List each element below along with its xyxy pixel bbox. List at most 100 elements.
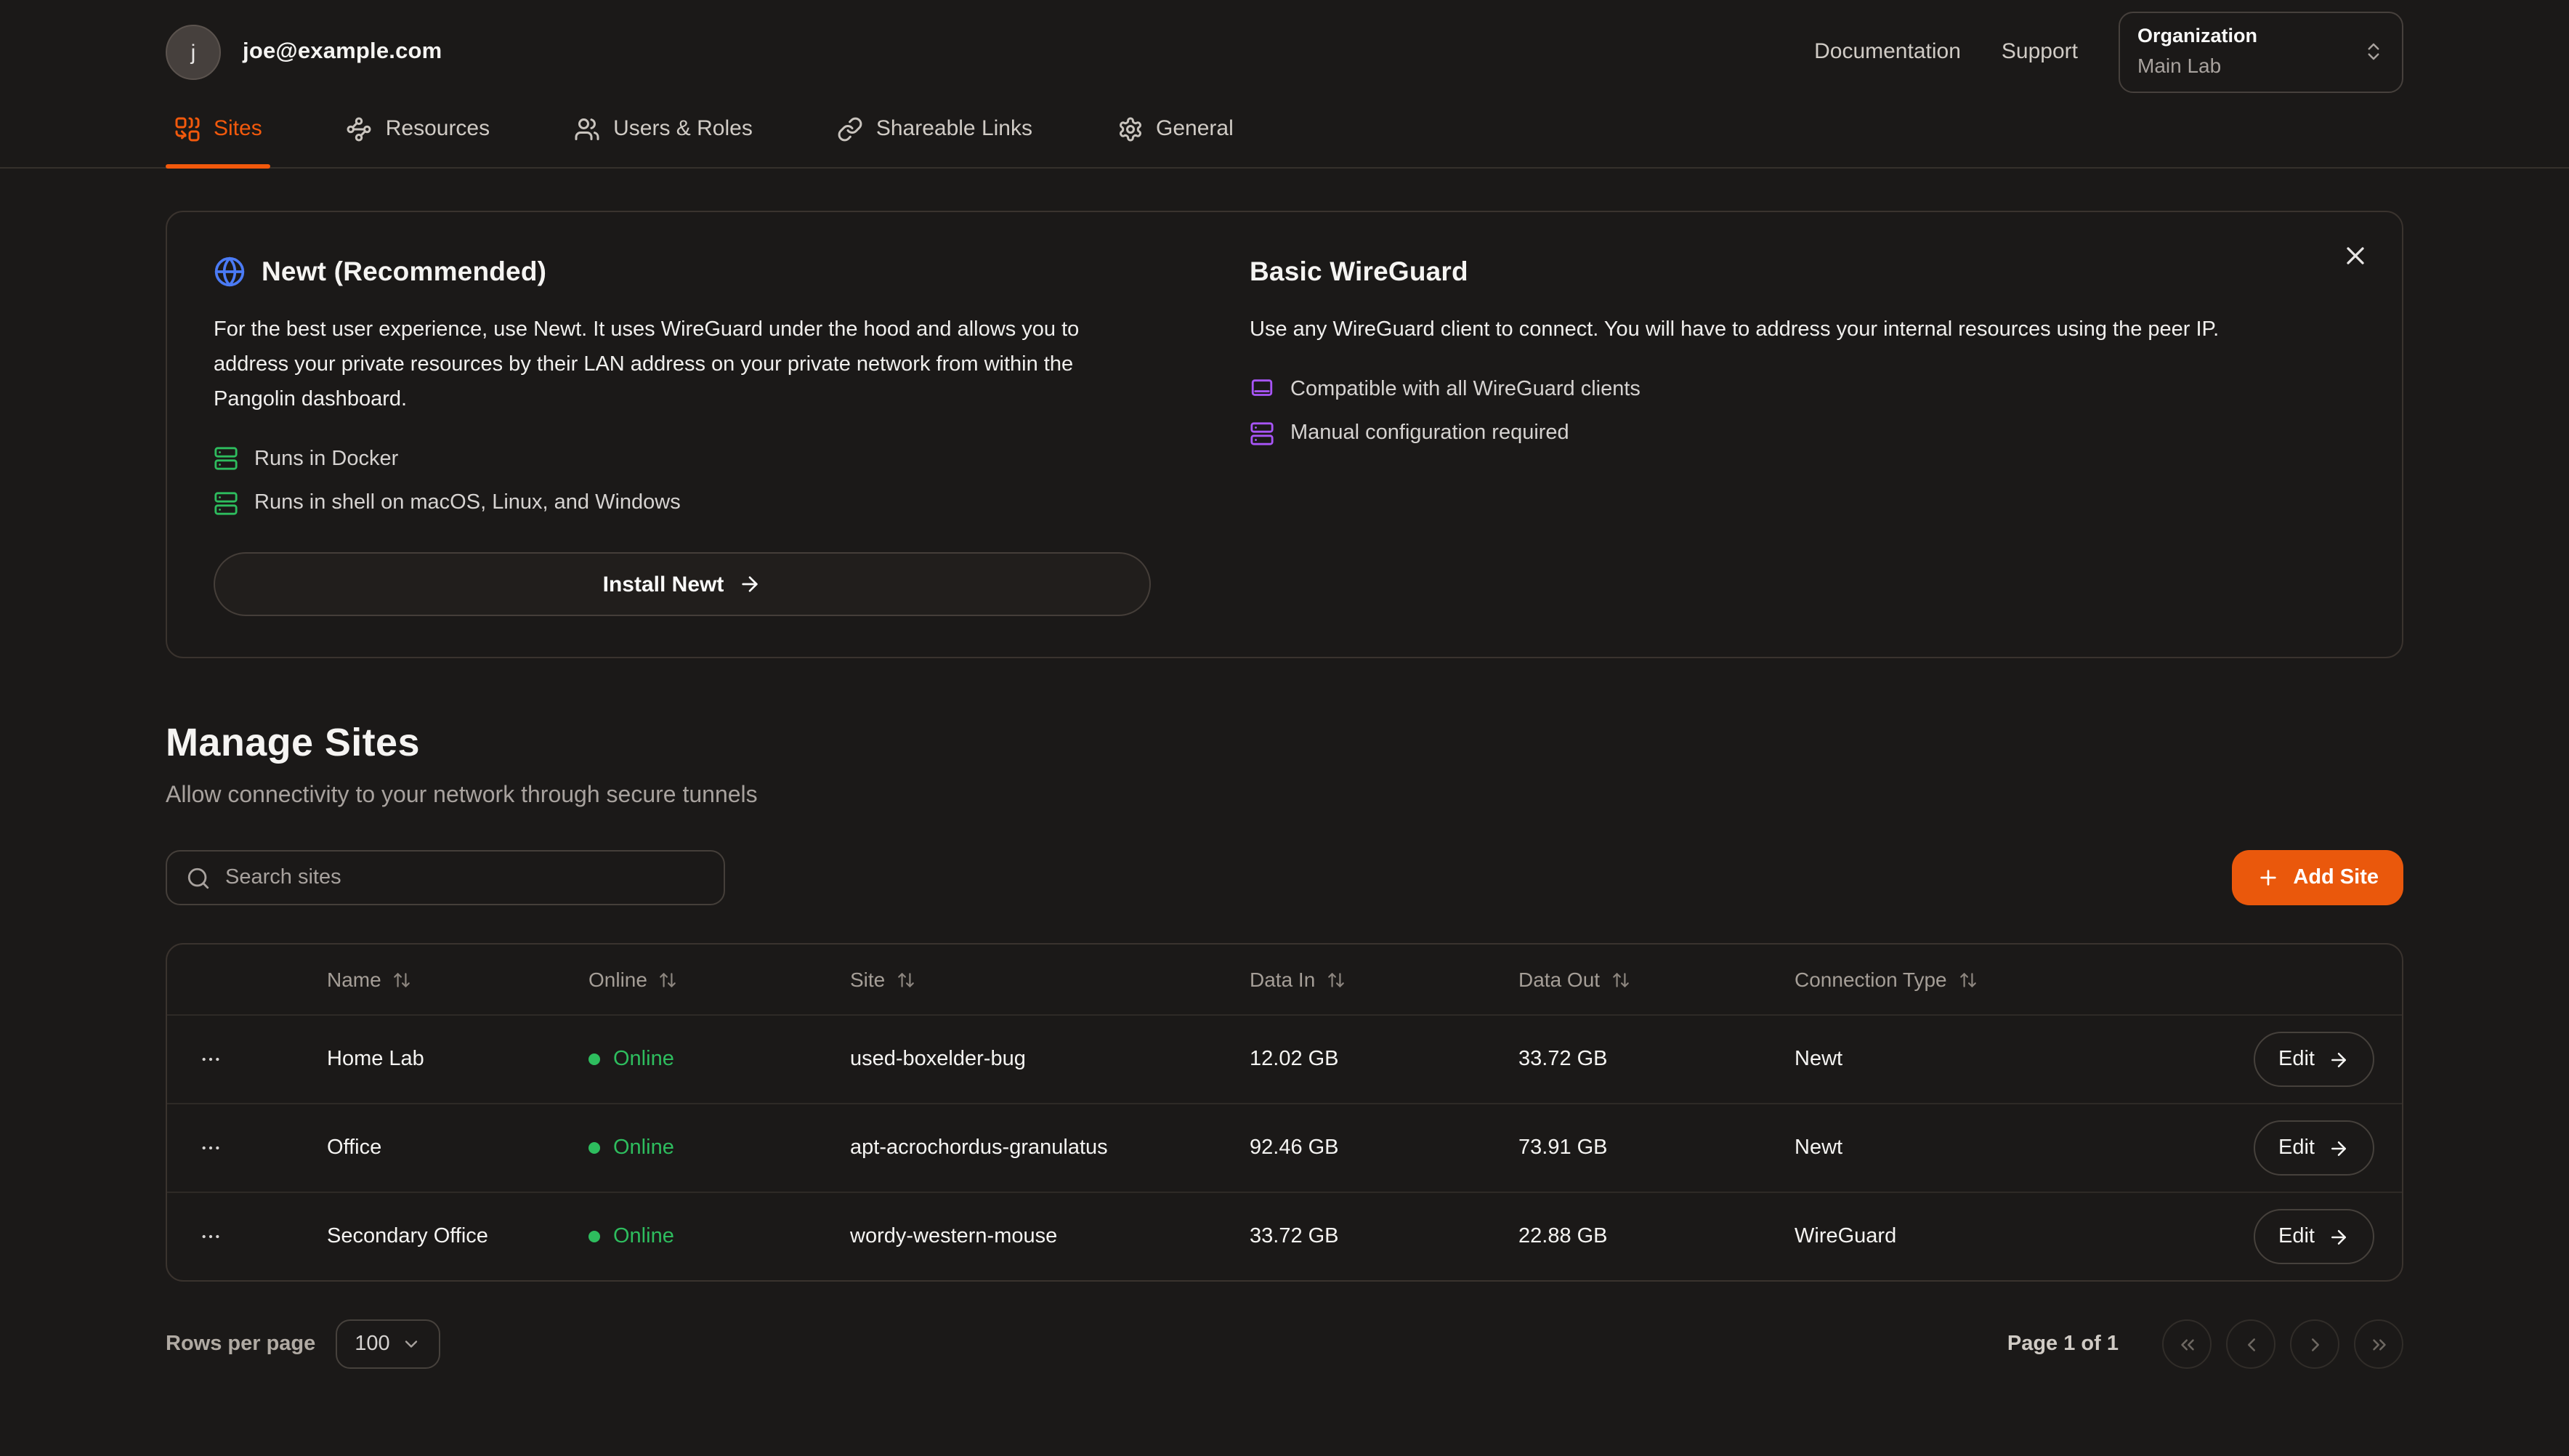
tab-label: General <box>1156 113 1234 144</box>
table-row: Home Lab Online used-boxelder-bug 12.02 … <box>167 1015 2402 1104</box>
previous-page-button[interactable] <box>2226 1320 2275 1370</box>
header-nav: Documentation Support Organization Main … <box>1814 12 2403 93</box>
edit-button[interactable]: Edit <box>2254 1032 2374 1088</box>
nav-documentation-link[interactable]: Documentation <box>1814 37 1961 68</box>
edit-button[interactable]: Edit <box>2254 1210 2374 1265</box>
tab-users-roles[interactable]: Users & Roles <box>565 105 761 167</box>
wireguard-title: Basic WireGuard <box>1250 253 1468 291</box>
chevrons-right-icon <box>2368 1334 2390 1356</box>
tab-resources[interactable]: Resources <box>338 105 498 167</box>
page-title: Manage Sites <box>166 717 2403 772</box>
arrow-right-icon <box>2328 1049 2350 1071</box>
first-page-button[interactable] <box>2162 1320 2212 1370</box>
rows-per-page-select[interactable]: 100 <box>336 1320 440 1370</box>
sort-icon <box>1327 971 1346 990</box>
close-icon[interactable] <box>2335 235 2376 276</box>
server-icon <box>1250 421 1274 446</box>
arrow-right-icon <box>2328 1138 2350 1160</box>
sort-icon <box>393 971 412 990</box>
feature-label: Compatible with all WireGuard clients <box>1290 375 1640 405</box>
next-page-button[interactable] <box>2290 1320 2339 1370</box>
online-status: Online <box>588 1046 850 1075</box>
data-out: 73.91 GB <box>1518 1134 1795 1164</box>
table-header-row: Name Online Site Data In Data Out <box>167 945 2402 1015</box>
sort-icon <box>1959 971 1978 990</box>
tab-sites[interactable]: Sites <box>166 105 271 167</box>
row-menu-ellipsis-icon[interactable] <box>190 1217 231 1258</box>
online-dot <box>588 1231 600 1243</box>
site-name: Home Lab <box>254 1046 588 1075</box>
online-status: Online <box>588 1134 850 1164</box>
install-newt-button[interactable]: Install Newt <box>214 553 1151 617</box>
connection-type: Newt <box>1795 1134 2213 1164</box>
feature-label: Runs in Docker <box>254 444 398 474</box>
row-menu-ellipsis-icon[interactable] <box>190 1040 231 1080</box>
globe-icon <box>214 256 246 288</box>
wireguard-feature: Manual configuration required <box>1250 418 2268 448</box>
server-icon <box>214 447 238 472</box>
add-site-button[interactable]: Add Site <box>2232 851 2403 906</box>
tab-label: Shareable Links <box>876 113 1032 144</box>
wireguard-description: Use any WireGuard client to connect. You… <box>1250 314 2268 349</box>
newt-section: Newt (Recommended) For the best user exp… <box>214 253 1151 617</box>
search-box <box>166 851 725 906</box>
connection-type: Newt <box>1795 1046 2213 1075</box>
tab-shareable-links[interactable]: Shareable Links <box>828 105 1041 167</box>
sort-icon <box>897 971 915 990</box>
row-menu-ellipsis-icon[interactable] <box>190 1128 231 1169</box>
organization-picker-label: Organization <box>2137 24 2342 52</box>
rows-per-page-value: 100 <box>355 1333 389 1356</box>
column-header-name[interactable]: Name <box>254 966 588 994</box>
plus-icon <box>2257 867 2280 890</box>
sort-icon <box>1611 971 1630 990</box>
table-row: Secondary Office Online wordy-western-mo… <box>167 1192 2402 1281</box>
wireguard-section: Basic WireGuard Use any WireGuard client… <box>1250 253 2355 617</box>
data-out: 22.88 GB <box>1518 1223 1795 1253</box>
column-header-data-out[interactable]: Data Out <box>1518 966 1795 994</box>
newt-description: For the best user experience, use Newt. … <box>214 314 1151 418</box>
chevrons-left-icon <box>2176 1334 2198 1356</box>
column-header-site[interactable]: Site <box>850 966 1250 994</box>
organization-picker[interactable]: Organization Main Lab <box>2119 12 2403 93</box>
arrow-right-icon <box>738 573 761 596</box>
link-icon <box>837 116 863 142</box>
tab-label: Users & Roles <box>613 113 753 144</box>
online-dot <box>588 1143 600 1154</box>
tab-bar: Sites Resources Users & Roles Shareable … <box>0 105 2569 169</box>
connection-methods-card: Newt (Recommended) For the best user exp… <box>166 211 2403 659</box>
avatar[interactable]: j <box>166 25 221 80</box>
feature-label: Runs in shell on macOS, Linux, and Windo… <box>254 488 681 518</box>
tab-label: Sites <box>214 113 262 144</box>
user-email: joe@example.com <box>243 36 442 68</box>
online-label: Online <box>613 1046 674 1075</box>
install-newt-label: Install Newt <box>603 573 724 597</box>
sites-toolbar: Add Site <box>166 851 2403 906</box>
sort-icon <box>659 971 678 990</box>
site-name: Secondary Office <box>254 1223 588 1253</box>
data-in: 92.46 GB <box>1250 1134 1518 1164</box>
online-dot <box>588 1054 600 1066</box>
waypoints-icon <box>347 116 373 142</box>
rows-per-page-label: Rows per page <box>166 1330 315 1360</box>
site-slug: apt-acrochordus-granulatus <box>850 1134 1250 1164</box>
add-site-label: Add Site <box>2293 867 2379 890</box>
last-page-button[interactable] <box>2354 1320 2403 1370</box>
edit-button[interactable]: Edit <box>2254 1121 2374 1176</box>
column-header-data-in[interactable]: Data In <box>1250 966 1518 994</box>
wireguard-feature: Compatible with all WireGuard clients <box>1250 375 2268 405</box>
tab-general[interactable]: General <box>1108 105 1242 167</box>
column-header-online[interactable]: Online <box>588 966 850 994</box>
nav-support-link[interactable]: Support <box>2002 37 2078 68</box>
chevrons-up-down-icon <box>2363 41 2384 63</box>
server-icon <box>214 490 238 515</box>
chevron-right-icon <box>2304 1334 2326 1356</box>
data-in: 12.02 GB <box>1250 1046 1518 1075</box>
search-input[interactable] <box>225 867 705 890</box>
online-label: Online <box>613 1223 674 1253</box>
pangolin-dashboard: j joe@example.com Documentation Support … <box>0 0 2569 1456</box>
column-header-connection-type[interactable]: Connection Type <box>1795 966 2213 994</box>
online-label: Online <box>613 1134 674 1164</box>
site-slug: wordy-western-mouse <box>850 1223 1250 1253</box>
connection-type: WireGuard <box>1795 1223 2213 1253</box>
site-slug: used-boxelder-bug <box>850 1046 1250 1075</box>
